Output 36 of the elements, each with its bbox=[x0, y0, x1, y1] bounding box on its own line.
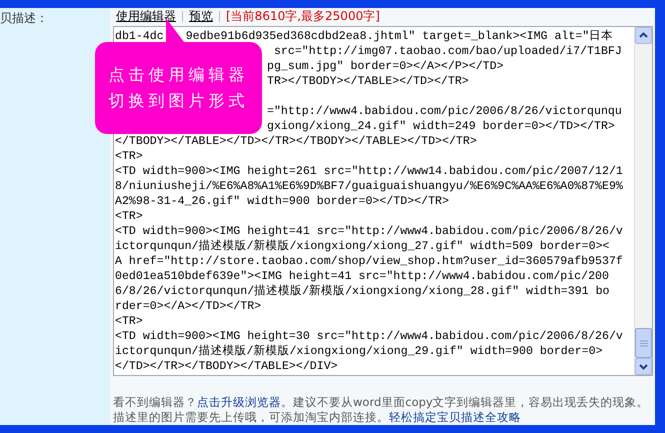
code-line: <TR> bbox=[115, 208, 143, 224]
code-line: 9edbe91b6d935ed368cdbd2ea8.jhtml" target=_blank><IMG alt="日本 bbox=[186, 28, 614, 44]
character-counter: [当前8610字,最多25000字] bbox=[226, 8, 380, 26]
code-line: pg_sum.jpg" border=0></A></P></TD> bbox=[267, 58, 504, 74]
code-line: ictorqunqun/描述模版/新模版/xiongxiong/xiong_29.gif" width=900 border=0> bbox=[115, 344, 603, 359]
code-line: 8/niuniusheji/%E6%A8%A1%E6%9D%BF7/guaiguaishuangyu/%E6%9C%AA%E6%A0%87%E9% bbox=[115, 178, 623, 194]
code-line: A href="http://store.taobao.com/shop/view_shop.htm?user_id=360579afb9537f bbox=[115, 254, 623, 269]
code-line: A2%98-31-4_26.gif" width=900 border=0></TD></TR> bbox=[115, 194, 449, 209]
code-line: gxiong/xiong_24.gif" width=249 border=0></TD></TR> bbox=[267, 118, 615, 134]
field-label: 贝描述： bbox=[0, 10, 48, 27]
code-line: TR></TBODY></TABLE></TD></TR> bbox=[267, 74, 469, 89]
help-text: 描述里的图片需要先上传哦，可添加淘宝内部连接。轻松搞定宝贝描述全攻略 bbox=[113, 410, 522, 425]
code-line: 6/8/26/victorqunqun/描述模版/新模版/xiongxiong/xiong_28.gif" width=391 bo bbox=[115, 284, 610, 299]
help-text: 看不到编辑器？点击升级浏览器。建议不要从word里面copy文字到编辑器里，容易出现丢失的现象。 bbox=[113, 395, 650, 410]
code-line: </TBODY></TABLE></TD></TR></TBODY></TABLE></TD></TR> bbox=[115, 134, 477, 149]
scroll-up-icon[interactable] bbox=[635, 26, 652, 44]
scroll-down-icon[interactable] bbox=[635, 358, 652, 375]
scroll-thumb[interactable] bbox=[635, 328, 652, 358]
code-line: <TR> bbox=[115, 314, 143, 329]
code-line: <TD width=900><IMG height=30 src="http://www4.babidou.com/pic/2006/8/26/v bbox=[115, 328, 623, 344]
code-line: rder=0></A></TD></TR> bbox=[115, 298, 262, 314]
code-line: 0ed01ea510bdef639e"><IMG height=41 src="http://www4.babidou.com/pic/200 bbox=[115, 268, 609, 284]
help-link[interactable]: 点击升级浏览器 bbox=[197, 395, 281, 409]
code-line: <TR> bbox=[115, 148, 143, 164]
code-line: <TD width=900><IMG height=261 src="http://www14.babidou.com/pic/2007/12/1 bbox=[115, 164, 623, 179]
code-line: ictorqunqun/描述模版/新模版/xiongxiong/xiong_27.gif" width=509 border=0>< bbox=[115, 238, 610, 254]
vertical-scrollbar[interactable] bbox=[634, 26, 652, 375]
callout-bubble: 点击使用编辑器 切换到图片形式 bbox=[95, 42, 262, 134]
help-link[interactable]: 轻松搞定宝贝描述全攻略 bbox=[389, 410, 521, 424]
code-line: <TD width=900><IMG height=41 src="http://www4.babidou.com/pic/2006/8/26/v bbox=[115, 224, 623, 239]
code-line: ="http://www4.babidou.com/pic/2006/8/26/victorqunqu bbox=[267, 104, 622, 119]
use-editor-link[interactable]: 使用编辑器 bbox=[116, 8, 176, 26]
code-line: src="http://img07.taobao.com/bao/uploaded/i7/T1BFJ bbox=[272, 44, 622, 59]
preview-link[interactable]: 预览 bbox=[189, 8, 213, 26]
code-line: db1-4dc bbox=[115, 28, 164, 44]
code-line: </TD></TR></TBODY></TABLE></DIV> bbox=[115, 358, 338, 374]
